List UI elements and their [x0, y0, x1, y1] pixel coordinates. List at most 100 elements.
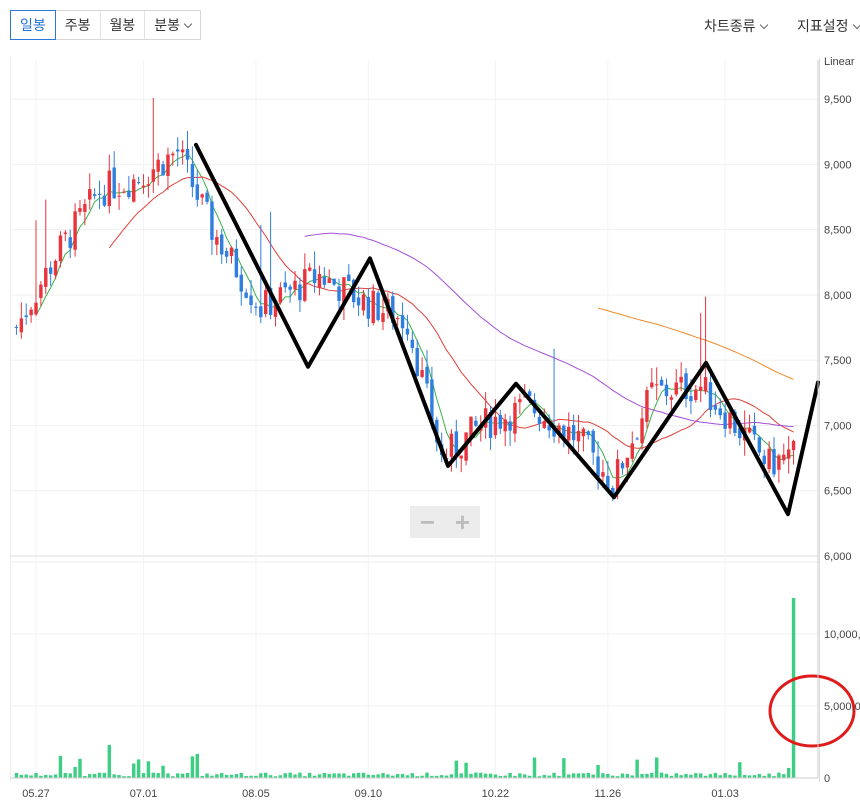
- volume-bar: [78, 758, 82, 778]
- candle-body: [772, 449, 776, 475]
- candle-body: [24, 315, 28, 317]
- candle-body: [601, 472, 605, 477]
- candle-body: [307, 267, 312, 271]
- candle-body: [791, 440, 796, 451]
- y-tick-label: 8,000: [824, 290, 852, 302]
- volume-bar: [102, 772, 107, 778]
- zoom-in-button[interactable]: +: [445, 506, 480, 538]
- candle-body: [347, 274, 351, 281]
- candle-body: [78, 208, 82, 212]
- candle-body: [29, 309, 33, 316]
- candle-body: [180, 149, 185, 153]
- volume-bar: [586, 772, 590, 778]
- candle-body: [356, 297, 361, 306]
- volume-bar: [53, 774, 58, 778]
- candle-body: [679, 376, 683, 383]
- volume-bar: [518, 773, 522, 778]
- volume-bar: [283, 773, 287, 778]
- volume-bar: [694, 773, 698, 778]
- volume-bar: [239, 772, 243, 778]
- candle-body: [234, 248, 239, 278]
- volume-bar: [562, 758, 566, 778]
- candle-body: [259, 306, 263, 318]
- volume-bar: [552, 772, 556, 778]
- volume-bar: [698, 773, 703, 778]
- volume-bar: [132, 763, 136, 778]
- candle-body: [288, 286, 292, 290]
- volume-bar: [757, 774, 762, 778]
- volume-bar: [68, 773, 72, 778]
- volume-bar: [483, 773, 488, 778]
- price-volume-chart[interactable]: 6,000 6,500 7,000 7,500 8,000 8,500 9,000 9,500…: [0, 0, 860, 806]
- ma60-line: [304, 232, 794, 428]
- y-tick-label: 7,000: [824, 420, 852, 432]
- volume-bar: [180, 773, 185, 778]
- candle-body: [689, 396, 693, 402]
- candle-body: [669, 397, 674, 400]
- candle-body: [620, 463, 625, 469]
- volume-bar: [263, 772, 268, 778]
- chart-grid: [10, 60, 818, 779]
- candle-body: [747, 427, 752, 433]
- candle-body: [474, 420, 478, 426]
- volume-bar: [469, 773, 473, 778]
- volume-bar: [459, 773, 463, 778]
- candle-body: [645, 389, 649, 422]
- volume-bar: [400, 774, 405, 778]
- candle-body: [83, 204, 87, 212]
- volume-bar: [474, 772, 478, 778]
- candle-body: [395, 318, 400, 320]
- volume-bar: [92, 773, 97, 778]
- candle-body: [337, 286, 341, 301]
- candle-body: [376, 292, 380, 320]
- volume-bar: [220, 772, 224, 778]
- volume-bar: [356, 772, 361, 778]
- volume-bar: [166, 773, 170, 778]
- candle-body: [537, 416, 542, 424]
- candle-body: [596, 456, 600, 478]
- volume-bar: [73, 766, 77, 778]
- candle-body: [132, 179, 136, 202]
- candle-body: [698, 386, 703, 391]
- candle-body: [166, 154, 170, 176]
- volume-bar: [151, 772, 156, 778]
- volume-bar: [601, 773, 605, 778]
- volume-bar: [88, 774, 92, 778]
- volume-bar: [645, 773, 649, 778]
- candle-body: [136, 182, 141, 184]
- volume-bar: [571, 773, 576, 778]
- volume-bar: [650, 772, 654, 778]
- zoom-out-button[interactable]: −: [410, 506, 445, 538]
- volume-bar: [581, 773, 586, 778]
- candle-body: [112, 167, 116, 199]
- candle-body: [14, 326, 19, 328]
- candle-body: [151, 169, 156, 182]
- volume-bar: [381, 772, 385, 778]
- candle-body: [415, 347, 419, 377]
- candle-body: [73, 211, 77, 250]
- candle-body: [752, 425, 757, 435]
- volume-bar: [738, 762, 742, 778]
- volume-bar: [425, 772, 429, 778]
- volume-bar: [342, 773, 346, 778]
- volume-bar: [97, 772, 102, 778]
- candle-body: [107, 170, 112, 207]
- candle-body: [381, 313, 385, 322]
- candle-body: [117, 195, 121, 197]
- y-tick-label: 8,500: [824, 225, 852, 237]
- volume-tick-label: 10,000,0: [824, 629, 860, 641]
- candle-body: [782, 454, 786, 461]
- candle-body: [327, 278, 331, 284]
- candle-body: [88, 189, 92, 200]
- candle-body: [224, 250, 229, 257]
- x-tick-label: 01.03: [711, 788, 739, 800]
- candle-body: [53, 260, 58, 276]
- candle-body: [498, 414, 503, 429]
- candle-body: [728, 412, 732, 429]
- zoom-controls: − +: [410, 506, 480, 538]
- y-tick-label: 9,500: [824, 94, 852, 106]
- candle-body: [361, 294, 366, 311]
- volume-bar: [684, 773, 688, 778]
- candle-body: [303, 269, 307, 301]
- candle-body: [708, 382, 713, 410]
